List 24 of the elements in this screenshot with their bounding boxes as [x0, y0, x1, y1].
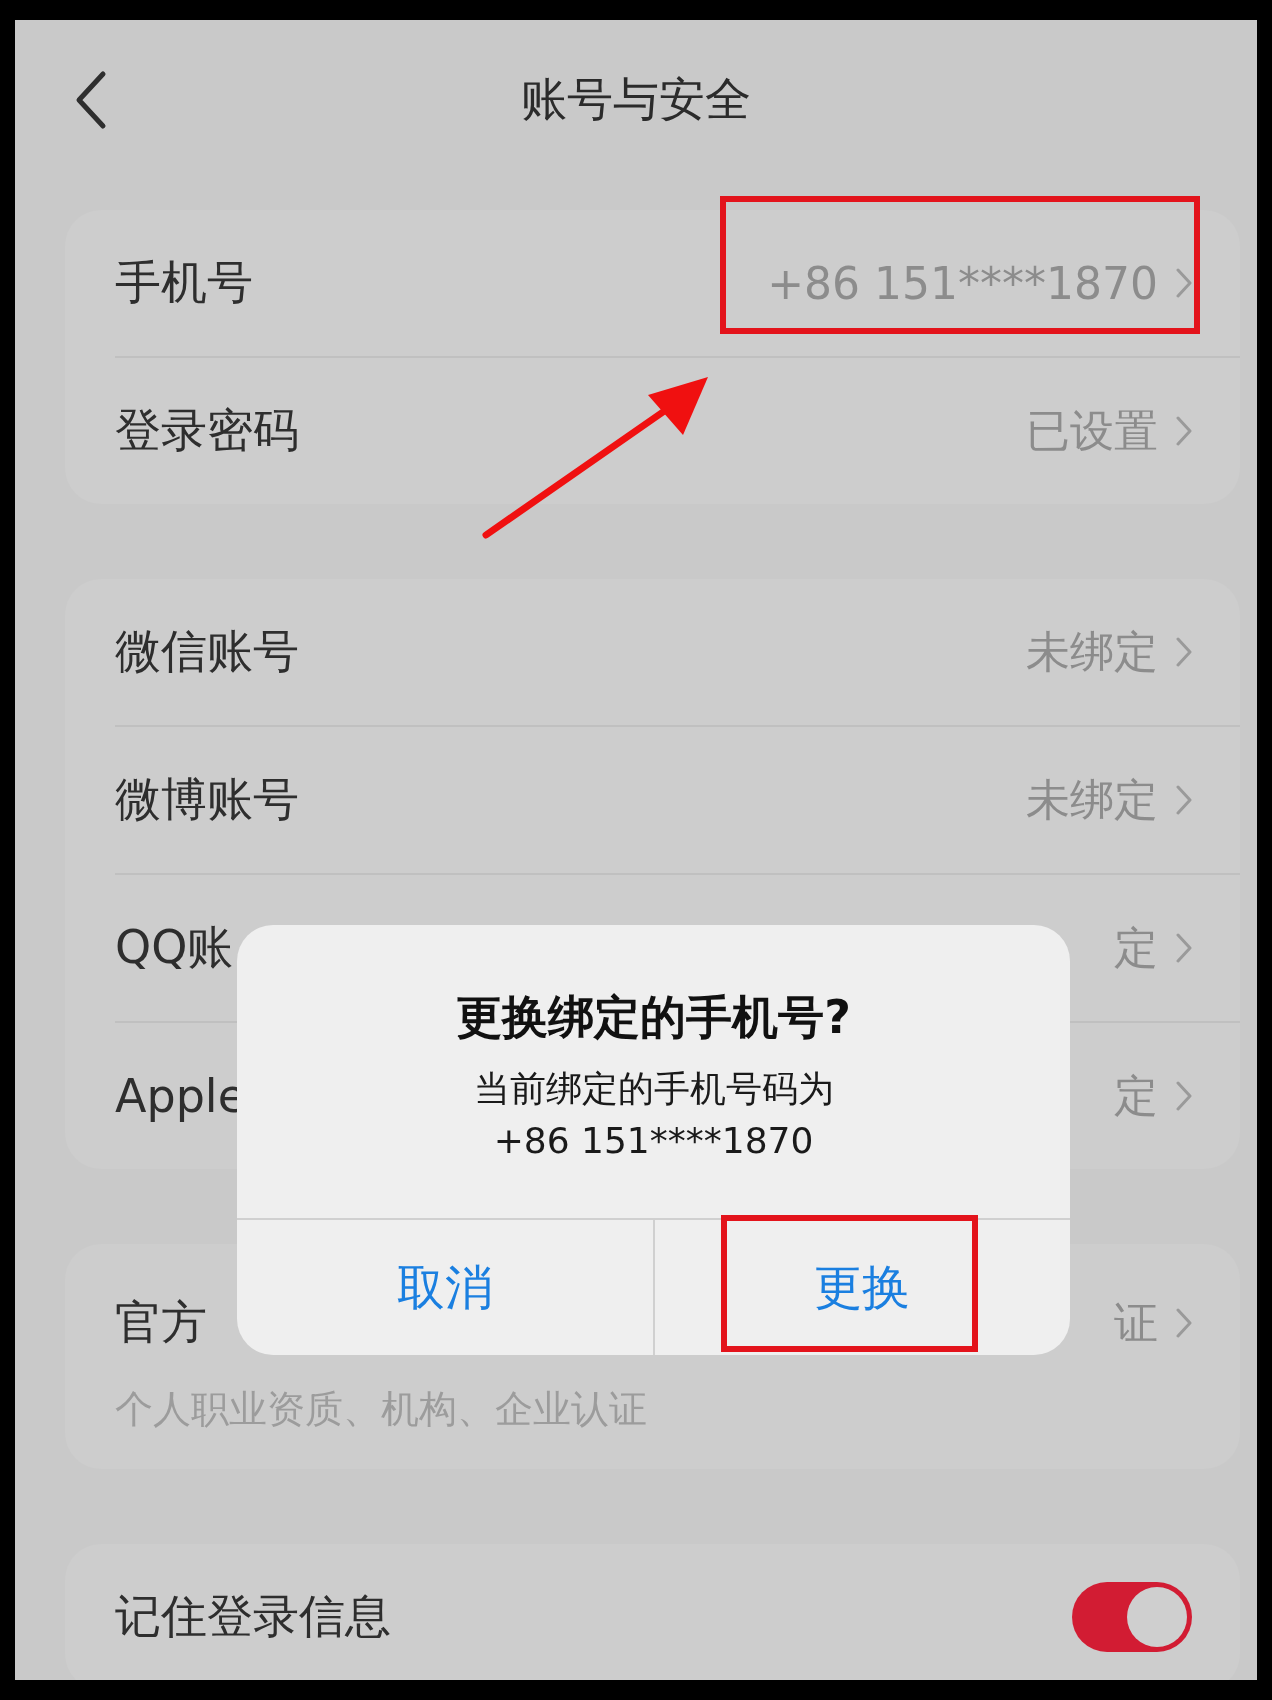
dialog-button[interactable]: 取消	[237, 1220, 653, 1355]
setting-value[interactable]: 证	[1114, 1293, 1158, 1353]
dialog-message: 当前绑定的手机号码为	[473, 1066, 834, 1111]
phone-number: +86 151****1870	[493, 1118, 814, 1163]
setting-value[interactable]: 未绑定	[1026, 622, 1158, 682]
chevron-icon[interactable]	[1176, 1308, 1192, 1338]
chevron-icon[interactable]	[1176, 933, 1192, 963]
page-title: 账号与安全	[521, 71, 751, 128]
setting-value[interactable]: 未绑定	[1026, 770, 1158, 830]
chevron-icon[interactable]	[1176, 268, 1192, 298]
setting-label[interactable]: 微博账号	[115, 769, 1026, 831]
chevron-icon[interactable]	[1176, 416, 1192, 446]
setting-value[interactable]: 定	[1114, 918, 1158, 978]
setting-value[interactable]: +86 151****1870	[767, 257, 1158, 309]
setting-value[interactable]: 定	[1114, 1066, 1158, 1126]
setting-label[interactable]: 微信账号	[115, 621, 1026, 683]
setting-value[interactable]: 已设置	[1026, 401, 1158, 461]
chevron-icon[interactable]	[1176, 637, 1192, 667]
setting-label[interactable]: 登录密码	[115, 400, 1026, 462]
dialog-title: 更换绑定的手机号?	[456, 988, 851, 1046]
chevron-icon[interactable]	[1176, 1081, 1192, 1111]
setting-label: 记住登录信息	[115, 1588, 392, 1645]
chevron-icon[interactable]	[1176, 785, 1192, 815]
setting-label[interactable]: 手机号	[115, 252, 768, 314]
